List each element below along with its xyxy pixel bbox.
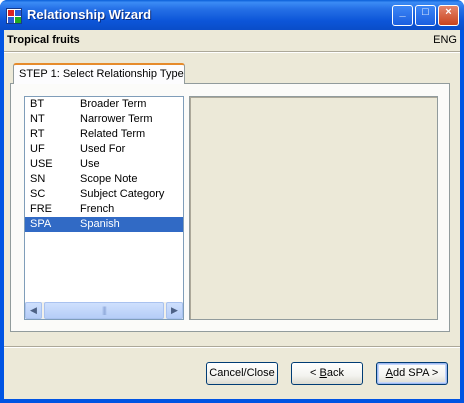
concept-title: Tropical fruits (7, 34, 80, 46)
list-item[interactable]: RT Related Term (25, 127, 183, 142)
window-title: Relationship Wizard (27, 7, 152, 22)
relationship-code: SPA (30, 218, 52, 230)
back-label-mnemonic: B (319, 367, 327, 379)
dialog-client-area: Tropical fruits ENG STEP 1: Select Relat… (4, 30, 460, 399)
relationship-label: Related Term (80, 128, 146, 140)
add-label-rest: dd SPA > (392, 367, 439, 379)
relationship-label: Subject Category (80, 188, 165, 200)
back-button[interactable]: < Back (291, 362, 363, 385)
arrow-left-icon: ◀ (30, 305, 37, 315)
language-indicator: ENG (433, 34, 457, 46)
tab-panel: BT Broader Term NT Narrower Term RT Related T… (10, 83, 450, 332)
scroll-right-button[interactable]: ▶ (166, 302, 183, 319)
scroll-thumb[interactable]: ||| (44, 302, 164, 319)
relationship-label: Spanish (80, 218, 120, 230)
relationship-code: RT (30, 128, 45, 140)
relationship-label: Scope Note (80, 173, 138, 185)
back-label-rest: ack (326, 367, 344, 379)
cancel-close-label: Cancel/Close (209, 367, 275, 379)
relationship-code: NT (30, 113, 45, 125)
arrow-right-icon: ▶ (171, 305, 178, 315)
cancel-close-button[interactable]: Cancel/Close (206, 362, 278, 385)
list-item[interactable]: USE Use (25, 157, 183, 172)
relationship-type-list[interactable]: BT Broader Term NT Narrower Term RT Related T… (24, 96, 184, 320)
relationship-code: SN (30, 173, 46, 185)
maximize-button[interactable]: □ (415, 5, 436, 26)
horizontal-scrollbar[interactable]: ◀ ||| ▶ (25, 302, 183, 319)
relationship-list-items: BT Broader Term NT Narrower Term RT Related T… (25, 97, 183, 232)
minimize-button[interactable]: _ (392, 5, 413, 26)
grip-icon: ||| (101, 305, 107, 315)
list-item[interactable]: SC Subject Category (25, 187, 183, 202)
list-item[interactable]: SPA Spanish (25, 217, 183, 232)
relationship-label: Used For (80, 143, 126, 155)
relationship-detail-pane (189, 96, 438, 320)
relationship-wizard-window: Relationship Wizard _ □ × Tropical fruit… (0, 0, 464, 403)
relationship-label: Narrower Term (80, 113, 153, 125)
maximize-icon: □ (422, 6, 429, 18)
list-item[interactable]: NT Narrower Term (25, 112, 183, 127)
header-divider (4, 51, 460, 53)
relationship-label: Use (80, 158, 100, 170)
list-item[interactable]: SN Scope Note (25, 172, 183, 187)
back-label-prefix: < (310, 367, 320, 379)
relationship-label: Broader Term (80, 98, 147, 110)
tab-step-1[interactable]: STEP 1: Select Relationship Type (13, 63, 185, 84)
tab-step-1-label: STEP 1: Select Relationship Type (19, 68, 184, 80)
list-item[interactable]: BT Broader Term (25, 97, 183, 112)
scroll-left-button[interactable]: ◀ (25, 302, 42, 319)
relationship-label: French (80, 203, 115, 215)
add-label-mnemonic: A (385, 367, 393, 379)
title-bar[interactable]: Relationship Wizard _ □ × (0, 0, 464, 30)
add-relationship-button[interactable]: Add SPA > (376, 362, 448, 385)
footer-divider (4, 346, 460, 348)
relationship-code: USE (30, 158, 53, 170)
minimize-icon: _ (399, 6, 406, 18)
relationship-code: FRE (30, 203, 52, 215)
relationship-code: SC (30, 188, 46, 200)
list-item[interactable]: UF Used For (25, 142, 183, 157)
close-icon: × (445, 6, 452, 18)
app-icon (6, 8, 22, 24)
close-button[interactable]: × (438, 5, 459, 26)
relationship-code: BT (30, 98, 45, 110)
relationship-code: UF (30, 143, 45, 155)
list-item[interactable]: FRE French (25, 202, 183, 217)
